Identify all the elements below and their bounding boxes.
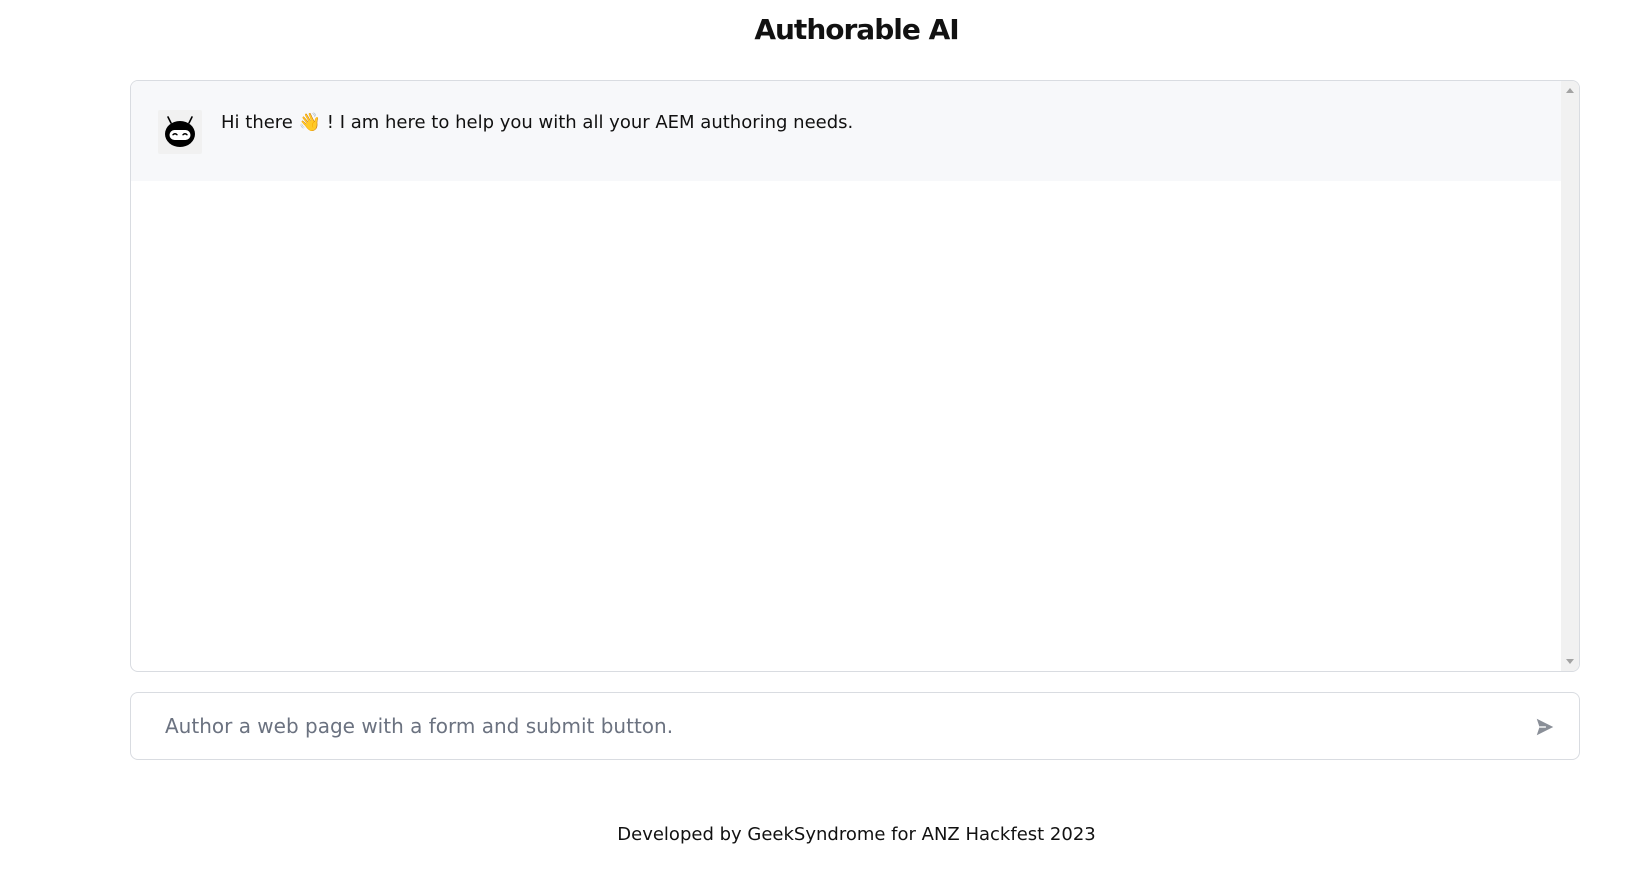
chat-panel: Hi there 👋 ! I am here to help you with …	[130, 80, 1580, 672]
send-button[interactable]	[1531, 713, 1559, 741]
message-text: Hi there 👋 ! I am here to help you with …	[221, 111, 853, 135]
scroll-up-arrow-icon[interactable]	[1566, 88, 1574, 93]
message-composer	[130, 692, 1580, 760]
app-page: Authorable AI Hi there 👋 ! I am here to …	[0, 0, 1651, 877]
message-list: Hi there 👋 ! I am here to help you with …	[131, 81, 1561, 671]
send-icon	[1536, 718, 1554, 736]
scroll-down-arrow-icon[interactable]	[1566, 659, 1574, 664]
robot-icon	[158, 110, 202, 154]
prompt-input[interactable]	[165, 705, 1485, 747]
page-title: Authorable AI	[754, 13, 959, 46]
footer-credit: Developed by GeekSyndrome for ANZ Hackfe…	[617, 824, 1096, 845]
bot-message: Hi there 👋 ! I am here to help you with …	[131, 81, 1561, 181]
waving-hand-emoji: 👋	[298, 112, 322, 133]
message-text-end: ! I am here to help you with all your AE…	[321, 112, 854, 133]
message-text-start: Hi there	[221, 112, 299, 133]
chat-scrollbar[interactable]	[1561, 81, 1579, 671]
